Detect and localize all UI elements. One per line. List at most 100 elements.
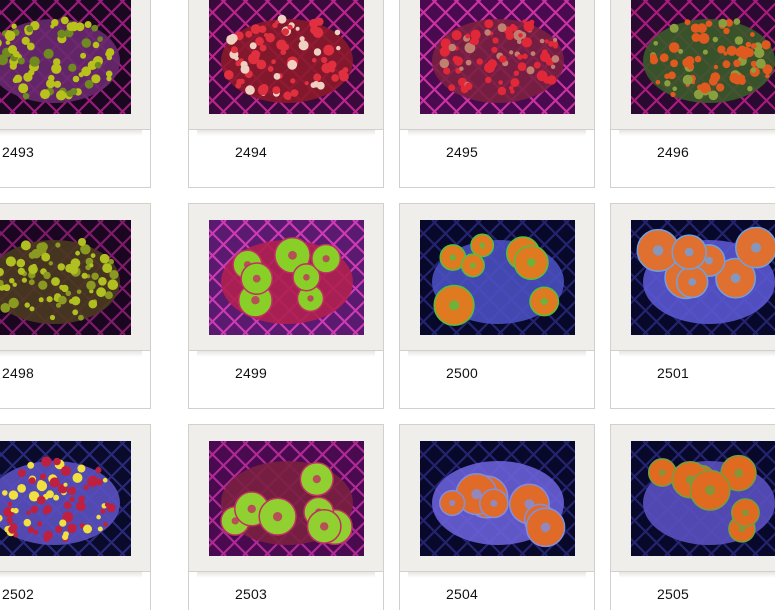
polyp-dot	[295, 26, 300, 31]
product-card[interactable]: 2505	[610, 424, 775, 610]
product-image-link[interactable]	[0, 0, 131, 114]
product-card[interactable]: 2495	[399, 0, 595, 188]
polyp-dot	[46, 296, 53, 303]
product-caption: 2504	[399, 572, 595, 610]
polyp-dot	[690, 23, 701, 33]
product-image-link[interactable]	[209, 0, 364, 114]
product-image-link[interactable]	[209, 220, 364, 335]
product-image-frame	[0, 424, 151, 572]
product-id-label[interactable]: 2503	[235, 586, 267, 602]
product-image-link[interactable]	[631, 0, 775, 114]
product-id-label[interactable]: 2502	[2, 586, 34, 602]
product-id-label[interactable]: 2499	[235, 365, 267, 381]
polyp-dot	[712, 36, 718, 43]
polyp-dot	[8, 490, 19, 500]
polyp-dot	[226, 34, 237, 45]
polyp-dot	[17, 267, 26, 275]
polyp-dot	[9, 278, 15, 284]
polyp-dot	[484, 19, 494, 29]
polyp-dot	[234, 56, 239, 61]
product-id-label[interactable]: 2495	[446, 144, 478, 160]
product-image-link[interactable]	[420, 441, 575, 556]
polyp-dot	[102, 477, 108, 483]
product-id-label[interactable]: 2494	[235, 144, 267, 160]
polyp-dot	[43, 530, 53, 540]
polyp-dot	[684, 19, 691, 26]
polyp-dot	[518, 33, 523, 38]
product-card[interactable]: 2501	[610, 203, 775, 409]
product-caption: 2498	[0, 351, 151, 409]
product-card[interactable]: 2498	[0, 203, 151, 409]
polyp-dot	[20, 240, 31, 251]
product-id-label[interactable]: 2504	[446, 586, 478, 602]
product-image-link[interactable]	[0, 220, 131, 335]
product-image-link[interactable]	[209, 441, 364, 556]
product-card[interactable]: 2503	[188, 424, 384, 610]
polyp-mouth	[684, 247, 694, 257]
product-image-link[interactable]	[631, 441, 775, 556]
polyp-dot	[513, 70, 519, 76]
polyp-mouth	[490, 499, 498, 507]
product-image-frame	[610, 0, 775, 130]
product-image-link[interactable]	[631, 220, 775, 335]
polyp-dot	[691, 33, 701, 42]
polyp-dot	[49, 477, 60, 488]
coral-photo-icon	[209, 0, 364, 114]
polyp-dot	[102, 263, 113, 274]
polyp-mouth	[652, 245, 664, 256]
polyp-mouth	[658, 469, 666, 476]
product-image-frame	[610, 203, 775, 351]
product-card[interactable]: 2499	[188, 203, 384, 409]
product-id-label[interactable]: 2505	[657, 586, 689, 602]
polyp-dot	[84, 21, 92, 28]
polyp-dot	[287, 24, 293, 30]
product-card[interactable]: 2500	[399, 203, 595, 409]
product-image-link[interactable]	[420, 0, 575, 114]
polyp-dot	[83, 484, 89, 490]
polyp-dot	[313, 73, 322, 82]
polyp-dot	[323, 44, 335, 56]
polyp-dot	[100, 508, 106, 514]
polyp-dot	[255, 36, 264, 46]
polyp-dot	[265, 33, 275, 43]
product-id-label[interactable]: 2501	[657, 365, 689, 381]
polyp-dot	[60, 16, 69, 25]
polyp-dot	[51, 277, 60, 286]
product-image-link[interactable]	[420, 220, 575, 335]
product-card[interactable]: 2502	[0, 424, 151, 610]
polyp-dot	[313, 48, 322, 56]
product-id-label[interactable]: 2498	[2, 365, 34, 381]
product-image-link[interactable]	[0, 441, 131, 556]
polyp-dot	[497, 86, 507, 96]
product-card[interactable]: 2493	[0, 0, 151, 188]
polyp-dot	[448, 84, 456, 92]
polyp-dot	[105, 70, 113, 78]
polyp-dot	[522, 19, 527, 24]
polyp-dot	[55, 242, 61, 248]
polyp-dot	[46, 490, 54, 499]
polyp-dot	[51, 63, 62, 74]
polyp-dot	[230, 46, 238, 54]
polyp-dot	[659, 53, 669, 63]
polyp-dot	[735, 47, 745, 57]
product-id-label[interactable]: 2500	[446, 365, 478, 381]
product-card[interactable]: 2496	[610, 0, 775, 188]
polyp-mouth	[449, 254, 456, 261]
product-card[interactable]: 2494	[188, 0, 384, 188]
polyp-dot	[36, 480, 48, 492]
coral-photo-icon	[209, 441, 364, 556]
product-id-label[interactable]: 2496	[657, 144, 689, 160]
polyp-mouth	[734, 468, 743, 478]
polyp-dot	[747, 86, 753, 92]
product-id-label[interactable]: 2493	[2, 144, 34, 160]
polyp-dot	[694, 55, 702, 63]
polyp-dot	[553, 43, 558, 49]
product-image-frame	[188, 203, 384, 351]
polyp-dot	[498, 80, 503, 85]
polyp-dot	[267, 66, 274, 72]
polyp-dot	[465, 33, 471, 39]
polyp-dot	[103, 522, 108, 527]
polyp-dot	[672, 86, 677, 92]
product-card[interactable]: 2504	[399, 424, 595, 610]
polyp-dot	[23, 518, 32, 527]
